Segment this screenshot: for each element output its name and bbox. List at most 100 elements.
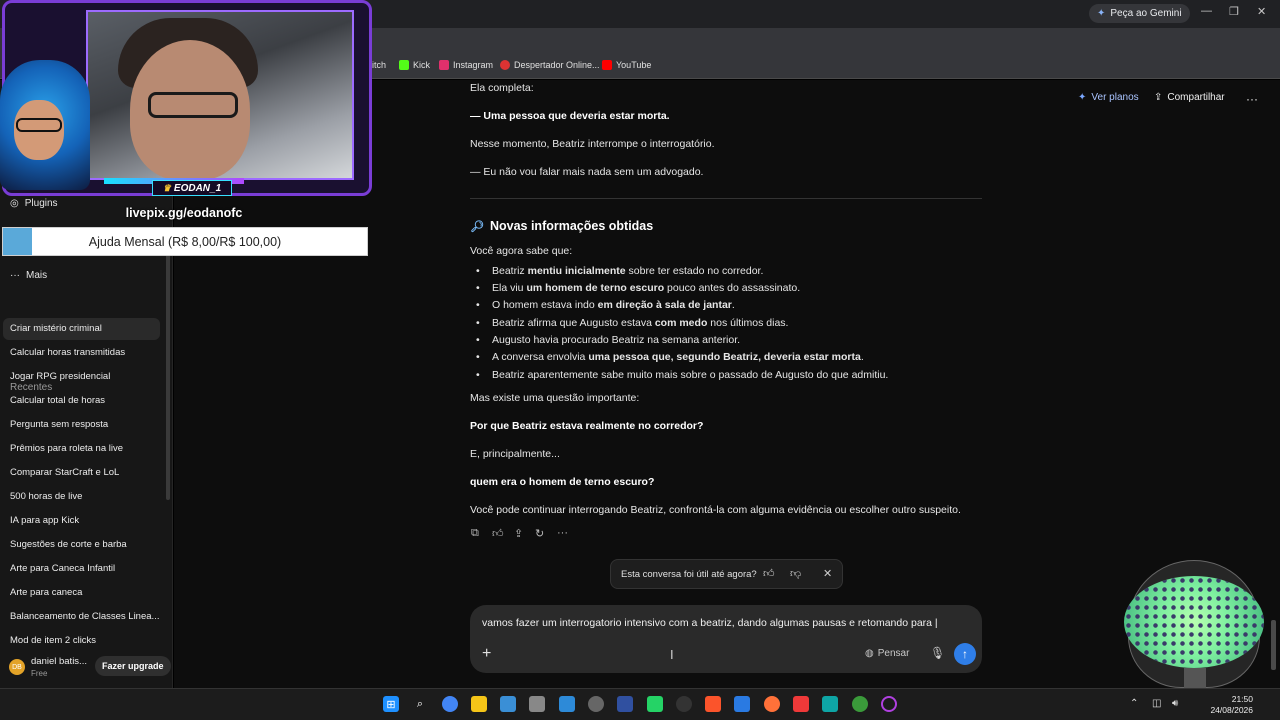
game-launcher-icon[interactable] [852, 696, 868, 712]
obs-icon[interactable] [676, 696, 692, 712]
view-plans-button[interactable]: ✦ Ver planos [1078, 92, 1139, 103]
bookmark-label: Kick [413, 60, 431, 70]
main-scrollbar[interactable] [1271, 620, 1276, 670]
recent-chat-item[interactable]: Criar mistério criminal [3, 318, 160, 340]
minimize-icon[interactable]: — [1201, 5, 1212, 17]
bookmark-label: Instagram [453, 60, 494, 70]
settings-gear-icon[interactable] [588, 696, 604, 712]
list-text: O homem estava indo [492, 299, 598, 311]
bowl-stem [1184, 668, 1206, 688]
regenerate-icon[interactable]: ↻ [535, 527, 544, 540]
message-line: Você agora sabe que: [470, 245, 573, 257]
clock-time: 21:50 [1231, 694, 1253, 704]
sidebar-scrollbar[interactable] [166, 250, 170, 500]
share-button[interactable]: ⇪ Compartilhar [1154, 92, 1225, 103]
livepix-link: livepix.gg/eodanofc [125, 206, 243, 220]
sparkle-icon: ✦ [1078, 92, 1087, 103]
more-actions-icon[interactable]: ··· [557, 527, 568, 539]
bookmark-label: YouTube [616, 60, 652, 70]
user-name: daniel batis... [31, 656, 87, 667]
lightbulb-icon: ◍ [865, 648, 874, 659]
crown-icon: ♛ [162, 182, 171, 193]
divider [470, 198, 982, 199]
user-avatar[interactable]: DB [9, 659, 25, 675]
tray-chevron-icon[interactable]: ⌃ [1130, 698, 1138, 709]
list-item: A conversa envolvia uma pessoa que, segu… [476, 351, 864, 363]
maximize-icon[interactable]: ❐ [1229, 5, 1239, 18]
recent-chat-item[interactable]: Balanceamento de Classes Linea... [3, 606, 160, 628]
recent-chat-item[interactable]: Calcular total de horas [3, 390, 160, 412]
sidebar-item-more[interactable]: ··· Mais [10, 270, 47, 281]
vivaldi-icon[interactable] [793, 696, 809, 712]
chrome-icon[interactable] [442, 696, 458, 712]
firefox-icon[interactable] [764, 696, 780, 712]
list-text: Augusto havia procurado Beatriz na seman… [492, 334, 741, 346]
bookmark-kick[interactable]: Kick [399, 60, 430, 70]
start-windows-icon[interactable]: ⊞ [383, 696, 399, 712]
thumbs-up-icon[interactable]: 👍︎ [763, 567, 775, 580]
whatsapp-icon[interactable] [647, 696, 663, 712]
bookmark-twitch[interactable]: itch [372, 60, 386, 70]
list-text: nos últimos dias. [707, 317, 789, 329]
file-explorer-icon[interactable] [471, 696, 487, 712]
ask-gemini-button[interactable]: ✦ Peça ao Gemini [1089, 4, 1190, 23]
recent-chat-item[interactable]: Comparar StarCraft e LoL [3, 462, 160, 484]
microphone-icon[interactable]: 🎙︎ [930, 646, 945, 660]
streamer-tag: ♛ EODAN_1 [152, 180, 232, 196]
recent-chat-item[interactable]: 500 horas de live [3, 486, 160, 508]
recent-chat-item[interactable]: Pergunta sem resposta [3, 414, 160, 436]
recent-chat-item[interactable]: Jogar RPG presidencial [3, 366, 160, 388]
recent-chat-item[interactable]: Mod de item 2 clicks [3, 630, 160, 644]
message-line: — Eu não vou falar mais nada sem um advo… [470, 166, 704, 178]
photos-icon[interactable] [500, 696, 516, 712]
vscode-icon[interactable] [734, 696, 750, 712]
dismiss-icon[interactable]: ✕ [823, 567, 832, 580]
recent-chat-item[interactable]: Arte para caneca [3, 582, 160, 604]
volume-icon[interactable]: 🔊︎ [1172, 698, 1178, 709]
text-cursor-icon: I [670, 647, 674, 662]
view-plans-label: Ver planos [1091, 92, 1139, 103]
recent-chat-item[interactable]: Sugestões de corte e barba [3, 534, 160, 556]
list-bold: mentiu inicialmente [527, 265, 626, 277]
recent-chat-item[interactable]: IA para app Kick [3, 510, 160, 532]
list-item: Beatriz aparentemente sabe muito mais so… [476, 369, 888, 381]
conversation-menu-icon[interactable]: ··· [1246, 92, 1258, 106]
thumbs-down-icon[interactable]: 👎︎ [790, 567, 801, 580]
cartoon-avatar-glasses [16, 118, 62, 132]
list-text: Ela viu [492, 282, 527, 294]
bookmark-youtube[interactable]: YouTube [602, 60, 651, 70]
share-response-icon[interactable]: ⇪ [514, 527, 523, 540]
list-item: Beatriz mentiu inicialmente sobre ter es… [476, 265, 763, 277]
add-attachment-icon[interactable]: + [482, 645, 491, 663]
recent-chat-item[interactable]: Arte para Caneca Infantil [3, 558, 160, 580]
bookmark-despertador[interactable]: Despertador Online... [500, 60, 600, 70]
app-ring-icon[interactable] [881, 696, 897, 712]
recent-chat-item[interactable]: Prêmios para roleta na live [3, 438, 160, 460]
send-button[interactable]: ↑ [954, 643, 976, 665]
list-bold: um homem de terno escuro [526, 282, 665, 294]
recent-chat-item[interactable]: Calcular horas transmitidas [3, 342, 160, 364]
copy-icon[interactable]: ⧉ [471, 527, 479, 540]
bookmark-instagram[interactable]: Instagram [439, 60, 493, 70]
list-text: . [731, 299, 735, 311]
system-clock[interactable]: 21:50 24/08/2026 [1205, 694, 1253, 716]
message-line: Mas existe uma questão importante: [470, 392, 640, 404]
composer-input[interactable]: vamos fazer um interrogatorio intensivo … [482, 617, 938, 629]
alarm-clock-icon [500, 60, 510, 70]
user-account[interactable]: DB daniel batis... Free Fazer upgrade [0, 652, 173, 688]
share-label: Compartilhar [1167, 92, 1225, 103]
list-text: pouco antes do assassinato. [664, 282, 801, 294]
app-icon[interactable] [617, 696, 633, 712]
remote-desktop-icon[interactable] [559, 696, 575, 712]
upgrade-button[interactable]: Fazer upgrade [95, 656, 171, 676]
message-line: — Uma pessoa que deveria estar morta. [470, 110, 670, 122]
brave-icon[interactable] [705, 696, 721, 712]
thumbs-feedback-icon[interactable]: 👍︎ [492, 527, 504, 540]
think-toggle[interactable]: ◍ Pensar [865, 648, 909, 659]
search-icon[interactable]: ⌕ [412, 696, 428, 712]
edge-icon[interactable] [822, 696, 838, 712]
calculator-icon[interactable] [529, 696, 545, 712]
message-composer[interactable]: vamos fazer um interrogatorio intensivo … [470, 605, 982, 673]
network-icon[interactable]: ◫ [1152, 698, 1161, 709]
close-window-icon[interactable]: ✕ [1257, 5, 1266, 18]
